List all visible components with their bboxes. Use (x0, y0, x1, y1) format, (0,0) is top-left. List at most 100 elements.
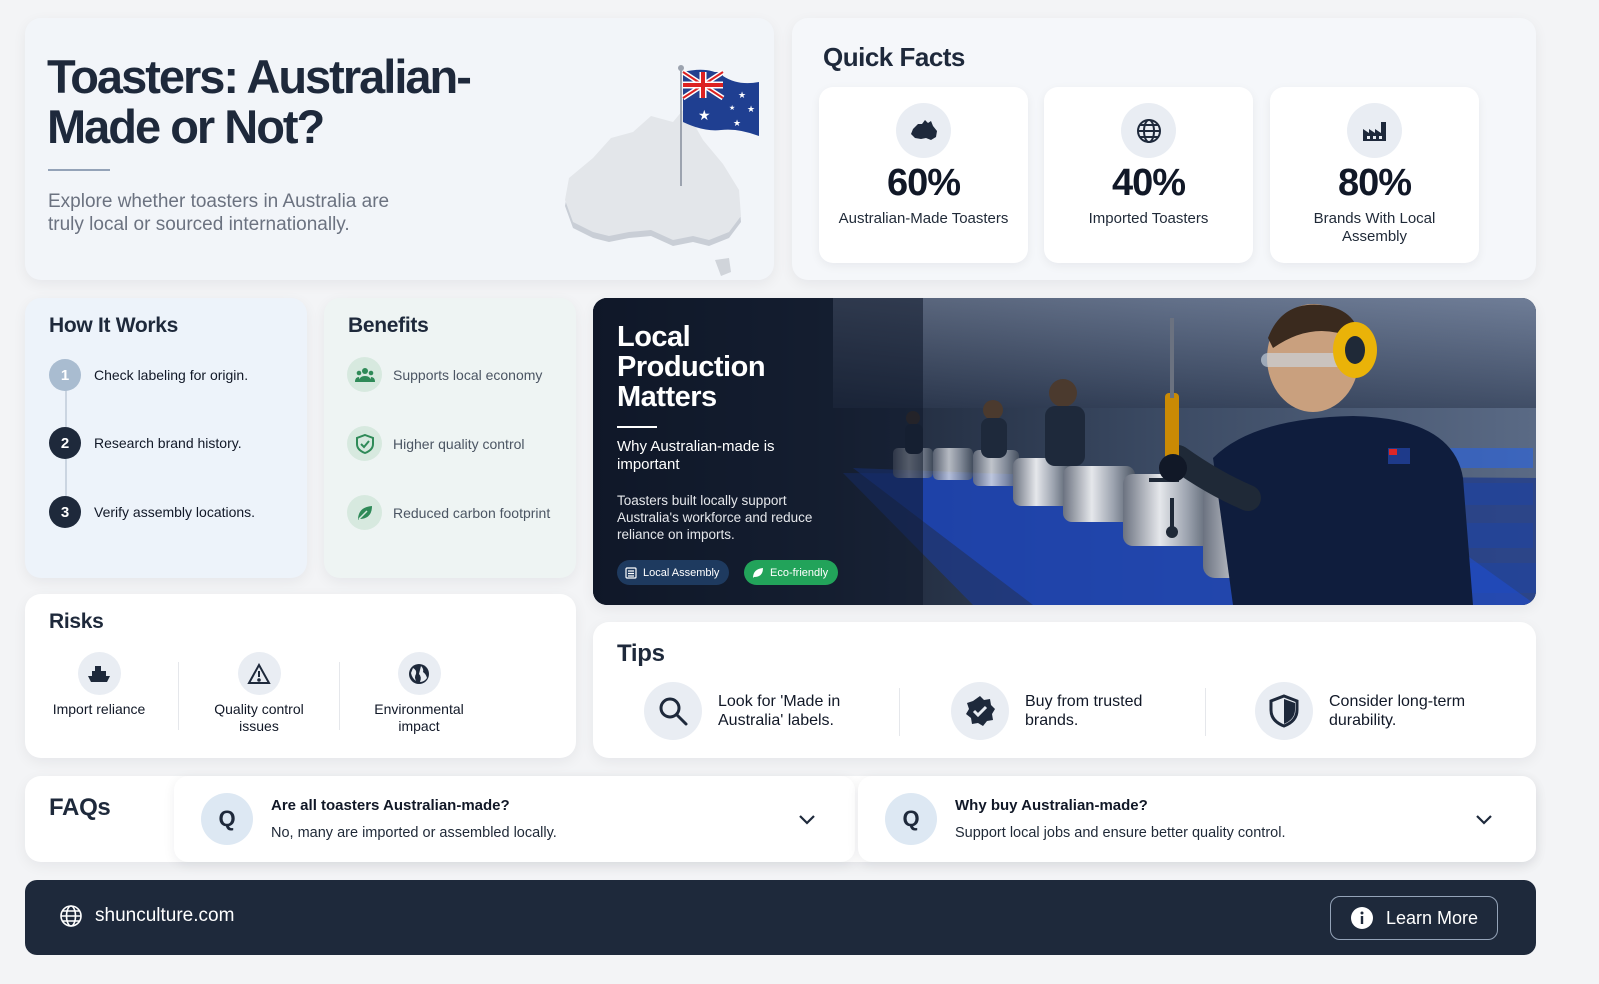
faqs-title: FAQs (49, 794, 111, 821)
fact-label: Brands With Local Assembly (1313, 210, 1436, 245)
australia-map-flag-icon: ★ ★ ★ ★ ★ (565, 65, 759, 276)
tips-card: Tips Look for 'Made in Australia' labels… (593, 622, 1536, 758)
faqs-card: FAQs Q Are all toasters Australian-made?… (25, 776, 1536, 862)
ship-icon (77, 652, 121, 695)
leaf-icon (347, 495, 382, 530)
tip-item: Look for 'Made in Australia' labels. (644, 682, 868, 740)
risk-item: Import reliance (39, 652, 159, 718)
tips-title: Tips (617, 640, 665, 667)
step-number: 1 (49, 359, 81, 391)
tag-label: Local Assembly (643, 566, 720, 579)
benefit-item: Higher quality control (347, 426, 525, 461)
step-text: Research brand history. (94, 435, 242, 451)
eco-friendly-tag: Eco-friendly (744, 560, 839, 585)
local-production-description: Toasters built locally support Australia… (617, 493, 813, 542)
hero-subtitle: Explore whether toasters in Australia ar… (48, 191, 390, 235)
tag-label: Eco-friendly (770, 566, 829, 579)
local-assembly-tag: Local Assembly (617, 560, 730, 585)
title-divider (617, 426, 657, 428)
learn-more-button[interactable]: Learn More (1330, 896, 1498, 940)
factory-icon (625, 566, 637, 579)
benefit-text: Higher quality control (393, 435, 525, 452)
tip-divider (899, 688, 900, 736)
risk-divider (339, 662, 340, 730)
faq-answer: Support local jobs and ensure better qua… (955, 825, 1286, 841)
fact-value: 80% (1337, 162, 1412, 204)
fact-value: 40% (1111, 162, 1186, 204)
globe-icon (1121, 103, 1176, 158)
svg-text:★: ★ (747, 105, 755, 115)
tip-text: Consider long-term durability. (1329, 693, 1466, 729)
step-text: Check labeling for origin. (94, 367, 249, 383)
faq-item[interactable]: Q Why buy Australian-made? Support local… (858, 776, 1536, 862)
fact-card: 40% Imported Toasters (1044, 87, 1253, 263)
faq-q-badge: Q (201, 793, 253, 845)
faq-item[interactable]: Q Are all toasters Australian-made? No, … (174, 776, 855, 862)
fact-label: Australian-Made Toasters (838, 210, 1009, 227)
how-it-works-card: How It Works 1 Check labeling for origin… (25, 298, 307, 578)
faq-question: Why buy Australian-made? (955, 797, 1148, 814)
step-number: 2 (49, 427, 81, 459)
local-production-subtitle: Why Australian-made is important (617, 438, 775, 473)
tip-text: Look for 'Made in Australia' labels. (718, 693, 841, 729)
tip-divider (1205, 688, 1206, 736)
svg-text:★: ★ (698, 108, 711, 124)
risk-text: Import reliance (52, 701, 146, 717)
title-divider (48, 169, 110, 171)
benefit-item: Supports local economy (347, 357, 542, 392)
quick-facts-title: Quick Facts (823, 42, 965, 72)
people-icon (347, 357, 382, 392)
leaf-icon (752, 567, 764, 579)
risks-title: Risks (49, 610, 104, 633)
tip-text: Buy from trusted brands. (1025, 693, 1143, 729)
tip-item: Buy from trusted brands. (951, 682, 1175, 740)
quick-facts-card: Quick Facts 60% Australian-Made Toasters… (792, 18, 1536, 280)
local-production-text: Local Production Matters Why Australian-… (617, 322, 837, 543)
fact-card: 60% Australian-Made Toasters (819, 87, 1028, 263)
risk-text: Environmental impact (374, 701, 464, 734)
site-url: shunculture.com (95, 905, 235, 926)
step-item: 1 Check labeling for origin. (49, 359, 248, 391)
step-item: 3 Verify assembly locations. (49, 496, 255, 528)
tip-item: Consider long-term durability. (1255, 682, 1479, 740)
learn-more-label: Learn More (1385, 907, 1479, 928)
hero-card: Toasters: Australian-Made or Not? Explor… (25, 18, 774, 280)
benefits-title: Benefits (348, 314, 429, 337)
benefit-text: Reduced carbon footprint (393, 504, 551, 521)
benefits-card: Benefits Supports local economy Higher q… (324, 298, 576, 578)
local-production-banner: Local Production Matters Why Australian-… (593, 298, 1536, 605)
benefit-item: Reduced carbon footprint (347, 495, 550, 530)
fact-value: 60% (886, 162, 961, 204)
step-text: Verify assembly locations. (94, 504, 256, 520)
fact-card: 80% Brands With Local Assembly (1270, 87, 1479, 263)
local-production-title: Local Production Matters (617, 321, 766, 413)
shield-check-icon (347, 426, 382, 461)
risk-divider (178, 662, 179, 730)
info-icon (1350, 907, 1373, 929)
chevron-down-icon[interactable] (1474, 809, 1494, 829)
globe-icon (60, 905, 82, 927)
risk-item: Environmental impact (359, 652, 479, 735)
site-link[interactable]: shunculture.com (59, 904, 234, 928)
factory-icon (1347, 103, 1402, 158)
risks-card: Risks Import reliance Quality control is… (25, 594, 576, 758)
verified-badge-icon (951, 682, 1009, 740)
shield-icon (1255, 682, 1313, 740)
earth-icon (397, 652, 441, 695)
fact-label: Imported Toasters (1088, 210, 1209, 227)
how-it-works-title: How It Works (49, 314, 179, 337)
step-number: 3 (49, 496, 81, 528)
search-icon (644, 682, 702, 740)
warning-icon (237, 652, 281, 695)
svg-text:★: ★ (729, 104, 735, 112)
page-title: Toasters: Australian-Made or Not? (47, 50, 472, 153)
chevron-down-icon[interactable] (797, 809, 817, 829)
risk-item: Quality control issues (199, 652, 319, 735)
risk-text: Quality control issues (214, 701, 304, 734)
faq-question: Are all toasters Australian-made? (271, 797, 510, 814)
footer-bar: shunculture.com Learn More (25, 880, 1536, 955)
australia-icon (896, 103, 951, 158)
benefit-text: Supports local economy (393, 366, 543, 383)
step-item: 2 Research brand history. (49, 427, 242, 459)
faq-q-badge: Q (885, 793, 937, 845)
